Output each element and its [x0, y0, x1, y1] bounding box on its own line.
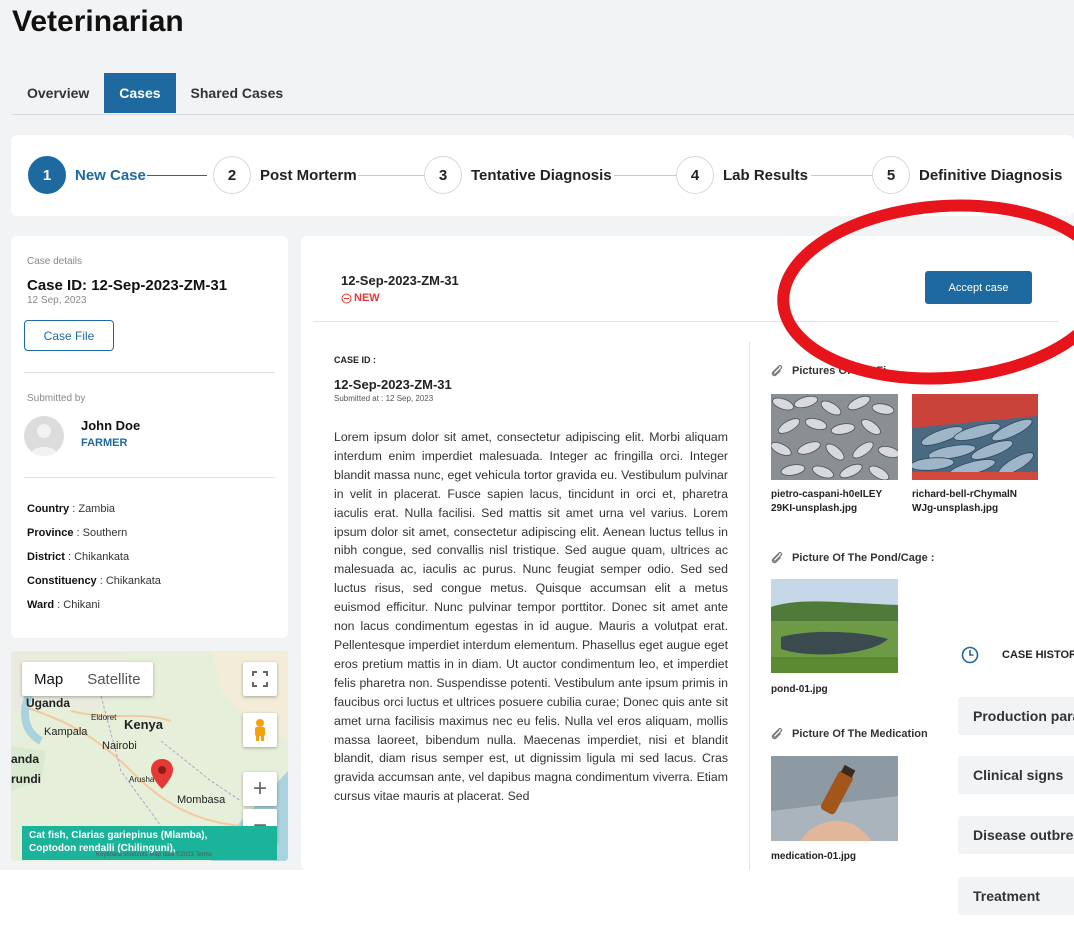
- fullscreen-icon[interactable]: [243, 662, 277, 696]
- divider: [24, 372, 275, 373]
- step-tentative-diagnosis[interactable]: 3 Tentative Diagnosis: [424, 156, 612, 194]
- status-text: NEW: [354, 292, 380, 304]
- medication-file-name: medication-01.jpg: [771, 851, 857, 862]
- step-definitive-diagnosis[interactable]: 5 Definitive Diagnosis: [872, 156, 1062, 194]
- map-tab-map[interactable]: Map: [22, 662, 75, 696]
- step-number: 3: [424, 156, 462, 194]
- paperclip-icon: [771, 364, 783, 377]
- step-connector: [358, 175, 424, 176]
- fish-pictures-heading: Pictures Of The Fi: [770, 364, 886, 378]
- case-description: Lorem ipsum dolor sit amet, consectetur …: [334, 430, 728, 804]
- map-label-eldoret: Eldoret: [91, 713, 117, 722]
- location-province: Province : Southern: [27, 527, 128, 539]
- map-label-kenya: Kenya: [124, 717, 164, 732]
- tab-shared-cases[interactable]: Shared Cases: [176, 73, 299, 113]
- user-role: FARMER: [81, 437, 128, 449]
- map-label-burundi: rundi: [11, 772, 41, 786]
- case-details-label: Case details: [27, 256, 83, 267]
- case-date: 12 Sep, 2023: [27, 295, 87, 306]
- case-file-button[interactable]: Case File: [24, 320, 114, 351]
- tab-overview[interactable]: Overview: [12, 73, 104, 113]
- case-id-title: Case ID: 12-Sep-2023-ZM-31: [27, 277, 228, 294]
- location-map[interactable]: Map Satellite + − Uganda Eldoret Kenya K…: [11, 651, 288, 861]
- step-number: 5: [872, 156, 910, 194]
- location-ward: Ward : Chikani: [27, 599, 100, 611]
- fish-file-2-name: richard-bell-rChymalN WJg-unsplash.jpg: [912, 489, 1018, 514]
- page-title: Veterinarian: [12, 5, 184, 38]
- column-divider: [749, 342, 750, 870]
- pegman-icon[interactable]: [243, 713, 277, 747]
- step-connector: [811, 175, 872, 176]
- clock-icon: [961, 646, 979, 664]
- map-label-uganda: Uganda: [26, 696, 71, 710]
- paperclip-icon: [771, 551, 783, 564]
- step-new-case[interactable]: 1 New Case: [28, 156, 146, 194]
- fish-file-1-name: pietro-caspani-h0eILEY 29KI-unsplash.jpg: [771, 489, 883, 514]
- pond-picture-heading: Picture Of The Pond/Cage :: [770, 551, 934, 565]
- step-number: 1: [28, 156, 66, 194]
- step-connector: [147, 175, 207, 176]
- history-item-clinical-signs[interactable]: Clinical signs: [958, 756, 1074, 794]
- paperclip-icon: [771, 727, 783, 740]
- tab-cases[interactable]: Cases: [104, 73, 176, 113]
- map-type-switch: Map Satellite: [22, 662, 153, 696]
- submitted-by-label: Submitted by: [27, 393, 86, 404]
- pond-image[interactable]: [771, 579, 898, 673]
- tab-bar: Overview Cases Shared Cases: [12, 73, 298, 113]
- case-stepper: 1 New Case 2 Post Morterm 3 Tentative Di…: [11, 135, 1074, 216]
- location-district: District : Chikankata: [27, 551, 130, 563]
- avatar: [24, 416, 64, 456]
- case-history-title: CASE HISTORY: [1002, 649, 1074, 661]
- map-pin-icon[interactable]: [151, 759, 173, 789]
- case-details-card: Case details Case ID: 12-Sep-2023-ZM-31 …: [11, 236, 288, 638]
- submitted-at: Submitted at : 12 Sep, 2023: [334, 394, 434, 403]
- page-background: Veterinarian Overview Cases Shared Cases…: [0, 0, 1074, 870]
- medication-image[interactable]: [771, 756, 898, 841]
- map-label-rwanda: anda: [11, 752, 40, 766]
- status-badge: NEW: [341, 292, 380, 304]
- step-lab-results[interactable]: 4 Lab Results: [676, 156, 808, 194]
- map-label-kampala: Kampala: [44, 726, 88, 738]
- location-country: Country : Zambia: [27, 503, 116, 515]
- user-icon: [30, 424, 58, 456]
- location-constituency: Constituency : Chikankata: [27, 575, 161, 587]
- fish-image-2[interactable]: [912, 394, 1038, 480]
- step-connector: [614, 175, 676, 176]
- step-label: Definitive Diagnosis: [919, 166, 1063, 184]
- fish-image-1[interactable]: [771, 394, 898, 480]
- history-item-treatment[interactable]: Treatment: [958, 877, 1074, 915]
- step-number: 4: [676, 156, 714, 194]
- step-label: Tentative Diagnosis: [471, 166, 612, 184]
- user-name: John Doe: [81, 418, 141, 433]
- divider: [313, 321, 1059, 322]
- pond-file-name: pond-01.jpg: [771, 684, 828, 695]
- map-label-mombasa: Mombasa: [177, 794, 226, 806]
- case-header-id: 12-Sep-2023-ZM-31: [341, 273, 459, 288]
- step-label: New Case: [75, 166, 146, 184]
- map-footer: Keyboard shortcuts Map data ©2023 Terms: [96, 852, 212, 858]
- screen: Veterinarian Overview Cases Shared Cases…: [0, 0, 1074, 933]
- map-label-nairobi: Nairobi: [102, 740, 137, 752]
- zoom-in-icon[interactable]: +: [243, 772, 277, 806]
- case-id-label: CASE ID :: [334, 355, 377, 365]
- history-item-disease-outbreak[interactable]: Disease outbreak: [958, 816, 1074, 854]
- step-label: Post Morterm: [260, 166, 357, 184]
- divider: [24, 477, 275, 478]
- tabs-divider: [12, 114, 1074, 115]
- accept-case-button[interactable]: Accept case: [925, 271, 1032, 304]
- step-label: Lab Results: [723, 166, 809, 184]
- case-history-panel: CASE HISTORY Production parameters Clini…: [938, 603, 1074, 933]
- map-info-line: Cat fish, Clarias gariepinus (Mlamba),: [29, 830, 208, 841]
- case-id-value: 12-Sep-2023-ZM-31: [334, 377, 452, 392]
- history-item-production-parameters[interactable]: Production parameters: [958, 697, 1074, 735]
- medication-picture-heading: Picture Of The Medication: [770, 727, 928, 741]
- minus-circle-icon: [341, 293, 352, 303]
- map-tab-satellite[interactable]: Satellite: [75, 662, 152, 696]
- step-number: 2: [213, 156, 251, 194]
- step-post-mortem[interactable]: 2 Post Morterm: [213, 156, 357, 194]
